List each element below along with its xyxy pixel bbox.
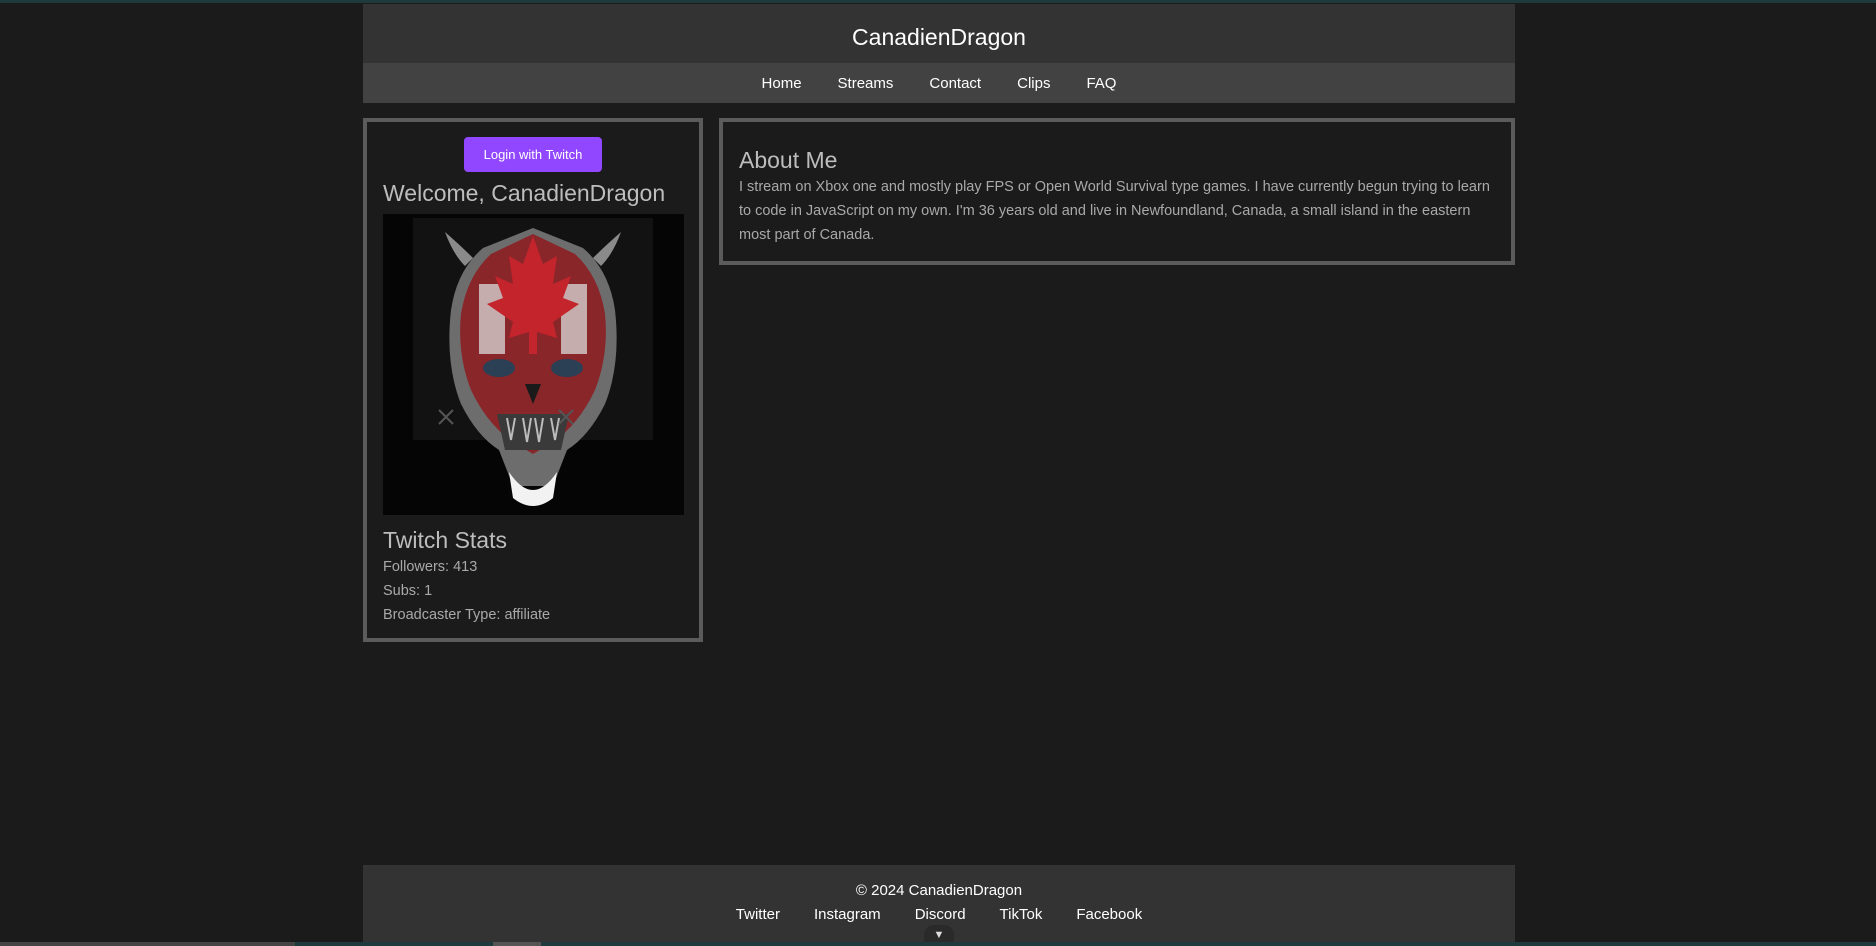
about-panel: About Me I stream on Xbox one and mostly… <box>719 118 1515 265</box>
footer-link-tiktok[interactable]: TikTok <box>983 906 1060 923</box>
main-nav: Home Streams Contact Clips FAQ <box>363 63 1515 103</box>
footer-link-discord[interactable]: Discord <box>898 906 983 923</box>
scrollbar-thumb[interactable] <box>0 942 295 946</box>
site-title: CanadienDragon <box>852 24 1026 50</box>
followers-count: Followers: 413 <box>383 559 478 575</box>
twitch-stats-heading: Twitch Stats <box>383 527 507 553</box>
avatar <box>383 214 684 515</box>
scrollbar-marker <box>493 942 541 946</box>
site-header: CanadienDragon <box>363 4 1515 63</box>
nav-streams[interactable]: Streams <box>820 75 912 92</box>
footer-link-twitter[interactable]: Twitter <box>719 906 797 923</box>
nav-contact[interactable]: Contact <box>911 75 999 92</box>
chevron-down-icon: ▼ <box>933 928 945 941</box>
nav-home[interactable]: Home <box>744 75 820 92</box>
about-text: I stream on Xbox one and mostly play FPS… <box>739 179 1490 243</box>
about-heading: About Me <box>739 147 838 173</box>
page-container: CanadienDragon Home Streams Contact Clip… <box>363 4 1515 946</box>
subs-count: Subs: 1 <box>383 583 433 599</box>
dragon-skull-logo <box>383 214 684 515</box>
nav-clips[interactable]: Clips <box>999 75 1068 92</box>
welcome-heading: Welcome, CanadienDragon <box>383 180 666 206</box>
top-accent-bar <box>0 0 1876 3</box>
broadcaster-type: Broadcaster Type: affiliate <box>383 607 551 623</box>
footer-links: Twitter Instagram Discord TikTok Faceboo… <box>363 906 1515 923</box>
profile-panel: Login with Twitch Welcome, CanadienDrago… <box>363 118 703 642</box>
footer-link-facebook[interactable]: Facebook <box>1059 906 1159 923</box>
login-with-twitch-button[interactable]: Login with Twitch <box>464 137 602 172</box>
footer-link-instagram[interactable]: Instagram <box>797 906 898 923</box>
nav-faq[interactable]: FAQ <box>1068 75 1134 92</box>
copyright-text: © 2024 CanadienDragon <box>855 882 1023 899</box>
